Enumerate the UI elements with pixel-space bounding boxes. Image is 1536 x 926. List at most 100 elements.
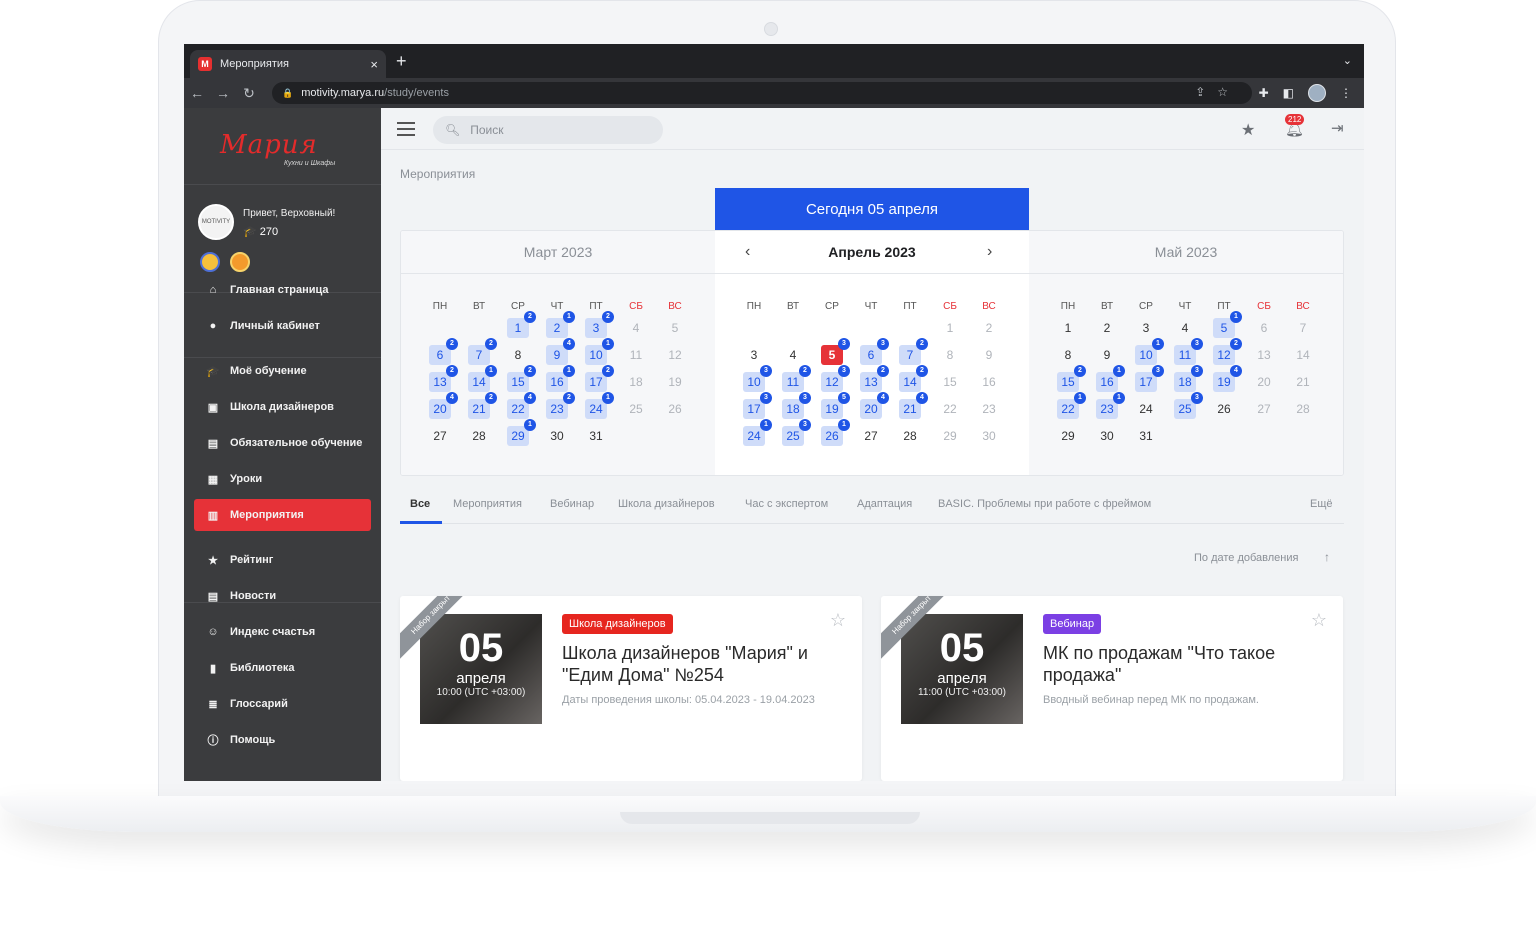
calendar-day[interactable]: 29 1 xyxy=(507,419,536,446)
sidebar-item-10[interactable]: ☺ Индекс счастья xyxy=(194,616,371,648)
extensions-icon[interactable]: ✚ xyxy=(1259,86,1269,100)
sidepanel-icon[interactable]: ◧ xyxy=(1283,86,1294,100)
menu-icon[interactable]: ⋮ xyxy=(1340,86,1352,100)
calendar-day[interactable]: 21 4 xyxy=(899,392,928,419)
forward-icon[interactable]: → xyxy=(210,85,236,101)
hamburger-menu-icon[interactable] xyxy=(397,122,415,136)
url-bar[interactable]: 🔒 motivity.marya.ru/study/events ⇪☆ xyxy=(272,82,1252,104)
calendar-day[interactable]: 20 4 xyxy=(429,392,458,419)
sidebar-item-2[interactable]: ● Личный кабинет xyxy=(194,310,371,342)
new-tab-button[interactable]: + xyxy=(396,52,407,70)
calendar-day[interactable]: 19 5 xyxy=(821,392,850,419)
calendar-day[interactable]: 23 2 xyxy=(546,392,575,419)
calendar-day[interactable]: 11 2 xyxy=(782,365,811,392)
event-category-tag[interactable]: Вебинар xyxy=(1043,614,1102,634)
calendar-day[interactable]: 10 1 xyxy=(585,338,614,365)
calendar-day[interactable]: 25 3 xyxy=(1174,392,1203,419)
sidebar-item-6[interactable]: ▦ Уроки xyxy=(194,463,371,495)
event-thumbnail[interactable]: 05 апреля 10:00 (UTC +03:00) xyxy=(420,614,542,724)
event-title[interactable]: МК по продажам "Что такое продажа" xyxy=(1043,642,1323,686)
today-banner[interactable]: Сегодня 05 апреля xyxy=(715,188,1029,230)
filter-more-button[interactable]: Ещё xyxy=(1310,498,1333,510)
search-input[interactable] xyxy=(470,123,641,137)
logo[interactable]: Мария Кухни и Шкафы xyxy=(220,130,350,174)
calendar-day[interactable]: 63 xyxy=(860,338,889,365)
browser-tab[interactable]: M Мероприятия × xyxy=(190,50,386,78)
event-card[interactable]: 05 апреля 11:00 (UTC +03:00) Набор закрыт Ве… xyxy=(881,596,1343,781)
filter-tab[interactable]: Мероприятия xyxy=(453,498,522,510)
sidebar-item-1[interactable]: ⌂ Главная страница xyxy=(194,274,371,306)
calendar-day[interactable]: 14 1 xyxy=(468,365,497,392)
event-category-tag[interactable]: Школа дизайнеров xyxy=(562,614,673,634)
calendar-day[interactable]: 21 xyxy=(546,311,575,338)
favorite-star-icon[interactable]: ☆ xyxy=(1311,610,1327,631)
calendar-day[interactable]: 23 1 xyxy=(1096,392,1125,419)
calendar-day[interactable]: 24 1 xyxy=(743,419,772,446)
calendar-day[interactable]: 21 2 xyxy=(468,392,497,419)
sidebar-item-11[interactable]: ▮ Библиотека xyxy=(194,652,371,684)
calendar-day[interactable]: 12 xyxy=(507,311,536,338)
calendar-day[interactable]: 17 3 xyxy=(743,392,772,419)
calendar-day[interactable]: 12 3 xyxy=(821,365,850,392)
filter-tab[interactable]: Все xyxy=(410,498,430,510)
chevron-left-icon[interactable]: ‹ xyxy=(745,243,750,261)
sidebar-item-3[interactable]: 🎓 Моё обучение xyxy=(194,355,371,387)
achievement-badge-icon[interactable] xyxy=(230,252,250,272)
calendar-day[interactable]: 72 xyxy=(899,338,928,365)
calendar-day[interactable]: 18 3 xyxy=(782,392,811,419)
calendar-day[interactable]: 17 3 xyxy=(1135,365,1164,392)
sidebar-item-4[interactable]: ▣ Школа дизайнеров xyxy=(194,391,371,423)
calendar-day[interactable]: 22 1 xyxy=(1057,392,1086,419)
event-card[interactable]: 05 апреля 10:00 (UTC +03:00) Набор закрыт Шк… xyxy=(400,596,862,781)
back-icon[interactable]: ← xyxy=(184,85,210,101)
arrow-up-icon[interactable]: ↑ xyxy=(1324,550,1330,564)
event-thumbnail[interactable]: 05 апреля 11:00 (UTC +03:00) xyxy=(901,614,1023,724)
calendar-day[interactable]: 17 2 xyxy=(585,365,614,392)
sidebar-item-5[interactable]: ▤ Обязательное обучение xyxy=(194,427,371,459)
sidebar-item-9[interactable]: ▤ Новости xyxy=(194,580,371,612)
calendar-day[interactable]: 10 1 xyxy=(1135,338,1164,365)
calendar-day[interactable]: 11 3 xyxy=(1174,338,1203,365)
achievement-badge-icon[interactable] xyxy=(200,252,220,272)
calendar-day[interactable]: 16 1 xyxy=(546,365,575,392)
calendar-day[interactable]: 32 xyxy=(585,311,614,338)
share-icon[interactable]: ⇪☆ xyxy=(1195,85,1240,99)
chevron-down-icon[interactable]: ⌄ xyxy=(1343,54,1352,67)
sort-label[interactable]: По дате добавления xyxy=(1194,552,1298,564)
calendar-day[interactable]: 20 4 xyxy=(860,392,889,419)
calendar-day[interactable]: 26 1 xyxy=(821,419,850,446)
calendar-day[interactable]: 51 xyxy=(1213,311,1242,338)
sidebar-item-13[interactable]: ⓘ Помощь xyxy=(194,724,371,756)
reload-icon[interactable]: ↻ xyxy=(236,85,262,102)
calendar-day[interactable]: 15 2 xyxy=(1057,365,1086,392)
calendar-day[interactable]: 16 1 xyxy=(1096,365,1125,392)
filter-tab[interactable]: Школа дизайнеров xyxy=(618,498,715,510)
calendar-day[interactable]: 18 3 xyxy=(1174,365,1203,392)
close-icon[interactable]: × xyxy=(370,57,378,72)
sidebar-item-12[interactable]: ≣ Глоссарий xyxy=(194,688,371,720)
search-box[interactable]: 🔍︎ xyxy=(433,116,663,144)
chevron-right-icon[interactable]: › xyxy=(987,243,992,261)
calendar-day[interactable]: 24 1 xyxy=(585,392,614,419)
avatar[interactable]: MOTIVITY xyxy=(198,204,234,240)
profile-avatar[interactable] xyxy=(1308,84,1326,102)
calendar-day[interactable]: 15 2 xyxy=(507,365,536,392)
sidebar-item-7[interactable]: ▥ Мероприятия xyxy=(194,499,371,531)
sidebar-item-8[interactable]: ★ Рейтинг xyxy=(194,544,371,576)
calendar-day[interactable]: 53 xyxy=(821,338,850,365)
filter-tab[interactable]: Адаптация xyxy=(857,498,912,510)
event-title[interactable]: Школа дизайнеров "Мария" и "Едим Дома" №… xyxy=(562,642,842,686)
calendar-day[interactable]: 13 2 xyxy=(860,365,889,392)
logout-icon[interactable]: ⇥ xyxy=(1331,119,1344,137)
calendar-day[interactable]: 10 3 xyxy=(743,365,772,392)
calendar-day[interactable]: 72 xyxy=(468,338,497,365)
filter-tab[interactable]: Час с экспертом xyxy=(745,498,828,510)
filter-tab[interactable]: Вебинар xyxy=(550,498,594,510)
calendar-day[interactable]: 94 xyxy=(546,338,575,365)
calendar-day[interactable]: 19 4 xyxy=(1213,365,1242,392)
calendar-day[interactable]: 25 3 xyxy=(782,419,811,446)
calendar-day[interactable]: 14 2 xyxy=(899,365,928,392)
calendar-day[interactable]: 12 2 xyxy=(1213,338,1242,365)
calendar-day[interactable]: 13 2 xyxy=(429,365,458,392)
filter-tab[interactable]: BASIC. Проблемы при работе с фреймом xyxy=(938,498,1151,510)
